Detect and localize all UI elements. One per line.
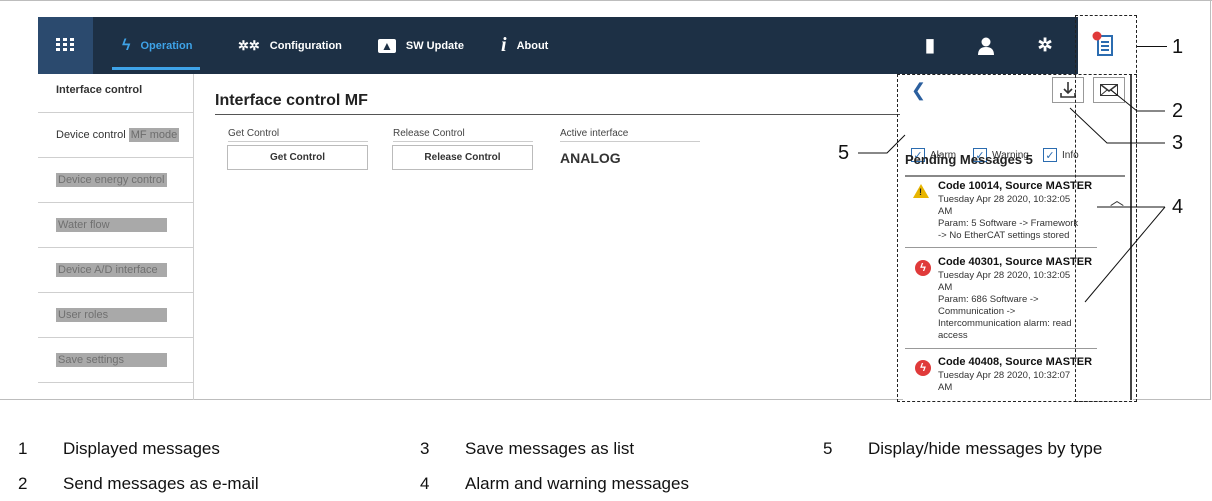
callout-number: 5 (838, 142, 850, 164)
legend-number: 4 (420, 474, 430, 493)
legend-text: Displayed messages (63, 439, 220, 458)
legend-number: 3 (420, 439, 430, 458)
legend-text: Send messages as e-mail (63, 474, 259, 493)
callout-number: 2 (1172, 100, 1184, 122)
legend-text: Alarm and warning messages (465, 474, 689, 493)
legend-text: Save messages as list (465, 439, 635, 458)
legend-number: 2 (18, 474, 28, 493)
callout-number: 3 (1172, 132, 1184, 154)
callout-number: 4 (1172, 196, 1184, 218)
callout-number: 1 (1172, 36, 1184, 58)
legend-text: Display/hide messages by type (868, 439, 1103, 458)
legend-number: 1 (18, 439, 28, 458)
leader-lines (858, 89, 1166, 303)
legend-number: 5 (823, 439, 833, 458)
